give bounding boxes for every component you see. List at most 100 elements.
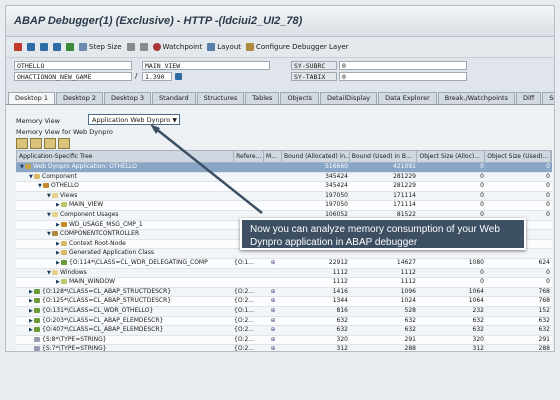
continue-icon[interactable] [66, 43, 74, 51]
tree-node[interactable]: ▶ Context Root-Node [16, 240, 234, 249]
include-field[interactable]: OHACTIONON_NEW_GAME [14, 72, 132, 81]
column-header[interactable]: Bound (Used) in B... [350, 151, 418, 162]
tree-node[interactable]: {S:8*\TYPE=STRING} [16, 336, 234, 345]
tree-node[interactable]: ▶ {O:125*\CLASS=CL_ABAP_STRUCTDESCR} [16, 297, 234, 306]
tab-desktop-1[interactable]: Desktop 1 [8, 92, 56, 104]
step-into-icon[interactable] [27, 43, 35, 51]
tab-standard[interactable]: Standard [152, 92, 196, 104]
column-header[interactable]: Object Size (Alloc)... [417, 151, 486, 162]
settings-icon[interactable] [58, 138, 70, 149]
tree-node[interactable]: ▶ {O:128*\CLASS=CL_ABAP_STRUCTDESCR} [16, 288, 234, 297]
tab-desktop-3[interactable]: Desktop 3 [104, 92, 152, 104]
tab-break-watchpoints[interactable]: Break./Watchpoints [437, 92, 515, 104]
sy-tabix-value[interactable]: 0 [339, 72, 467, 81]
table-row[interactable]: ▶ {O:203*\CLASS=CL_ABAP_ELEMDESCR} {O:2...… [16, 316, 552, 327]
table-row[interactable]: ▼ Component 345424 281229 0 0 [16, 172, 552, 183]
step-size-button[interactable]: Step Size [79, 43, 122, 51]
view-field[interactable]: MAIN_VIEW [142, 61, 270, 70]
tab-detaildisplay[interactable]: DetailDisplay [320, 92, 378, 104]
tree-node[interactable]: ▼ Windows [16, 269, 234, 278]
configure-layer-button[interactable]: Configure Debugger Layer [246, 43, 349, 51]
cell-m [264, 173, 282, 182]
step-over-icon[interactable] [40, 43, 48, 51]
node-label: Component Usages [60, 210, 119, 218]
tree-node[interactable]: {S:7*\TYPE=STRING} [16, 345, 234, 351]
tree-node[interactable]: ▼ COMPONENTCONTROLLER [16, 230, 234, 239]
cell-m [264, 249, 282, 258]
tree-node[interactable]: ▶ MAIN_WINDOW [16, 278, 234, 287]
tab-structures[interactable]: Structures [196, 92, 245, 104]
filter-icon[interactable] [44, 138, 56, 149]
save-icon[interactable] [139, 43, 148, 51]
memory-view-value: Application Web Dynpro [92, 116, 171, 124]
tree-node[interactable]: ▶ {O:131*\CLASS=CL_WDR_OTHELLO} [16, 307, 234, 316]
tree-node[interactable]: ▼ Views [16, 192, 234, 201]
table-row[interactable]: ▶ Generated Application Class [16, 249, 552, 259]
tree-node[interactable]: ▶ WD_USAGE_MSG_CMP_1 [16, 221, 234, 230]
tree-node[interactable]: ▶ MAIN_VIEW [16, 201, 234, 210]
column-header[interactable]: M... [264, 151, 282, 162]
table-row[interactable]: ▶ {O:125*\CLASS=CL_ABAP_STRUCTDESCR} {O:2.… [16, 297, 552, 307]
tree-node[interactable]: ▼ Web Dynpro Application: OTHELLO [16, 163, 234, 172]
table-row[interactable]: ▼ OTHELLO 345424 281229 0 0 [16, 182, 552, 192]
table-row[interactable]: ▶ MAIN_WINDOW 1112 1112 0 0 [16, 278, 552, 288]
expand-icon[interactable] [16, 138, 28, 149]
table-row[interactable]: ▶ {O:407*\CLASS=CL_ABAP_ELEMDESCR} {O:2...… [16, 326, 552, 336]
node-label: {O:128*\CLASS=CL_ABAP_STRUCTDESCR} [42, 287, 172, 295]
memory-view-select[interactable]: Application Web Dynpro ▼ [88, 114, 180, 125]
tree-node[interactable]: ▶ {O:407*\CLASS=CL_ABAP_ELEMDESCR} [16, 326, 234, 335]
table-row[interactable]: {S:7*\TYPE=STRING} {O:2... ⊕ 312 288 312 288 [16, 345, 552, 351]
tree-node[interactable]: ▶ {O:203*\CLASS=CL_ABAP_ELEMDESCR} [16, 317, 234, 326]
cell-ba: 816 [336, 306, 348, 314]
cell-m [264, 269, 282, 278]
table-row[interactable]: ▶ {O:114*\CLASS=CL_WDR_DELEGATING_COMP {O:… [16, 258, 552, 269]
cell-ou: 0 [546, 163, 550, 170]
stop-icon[interactable] [14, 43, 22, 51]
layout-button[interactable]: Layout [207, 43, 241, 51]
cell-bu [350, 249, 418, 258]
cell-ba: 1416 [332, 287, 348, 295]
node-label: {O:131*\CLASS=CL_WDR_OTHELLO} [42, 306, 154, 314]
column-header[interactable]: Application-Specific Tree [17, 151, 235, 162]
column-header[interactable]: Bound (Allocated) in... [282, 151, 350, 162]
node-label: COMPONENTCONTROLLER [60, 230, 140, 238]
column-header[interactable]: Refere... [234, 151, 265, 162]
tree-node[interactable]: ▼ OTHELLO [16, 182, 234, 191]
sy-subrc-value[interactable]: 0 [339, 61, 467, 70]
tree-node[interactable]: ▼ Component [16, 173, 234, 182]
tree-node[interactable]: ▼ Component Usages [16, 211, 234, 220]
table-row[interactable]: ▼ Windows 1112 1112 0 0 [16, 268, 552, 279]
table-row[interactable]: ▶ {O:131*\CLASS=CL_WDR_OTHELLO} {O:1... ⊕ 81… [16, 306, 552, 317]
table-row[interactable]: ▶ MAIN_VIEW 197050 171114 0 0 [16, 201, 552, 211]
cell-ref [234, 182, 264, 191]
cell-ref [234, 249, 264, 258]
table-row[interactable]: ▶ {O:128*\CLASS=CL_ABAP_STRUCTDESCR} {O:2.… [16, 287, 552, 298]
cell-ou: 624 [538, 258, 550, 266]
table-row[interactable]: {S:8*\TYPE=STRING} {O:2... ⊕ 320 291 320 291 [16, 335, 552, 346]
table-row[interactable]: ▼ Views 197050 171114 0 0 [16, 191, 552, 202]
tab-objects[interactable]: Objects [280, 92, 320, 104]
cell-ba: 1112 [332, 268, 348, 276]
tab-desktop-2[interactable]: Desktop 2 [56, 92, 104, 104]
tab-data-explorer[interactable]: Data Explorer [378, 92, 437, 104]
tab-tables[interactable]: Tables [245, 92, 280, 104]
column-header[interactable]: Object Size (Used)... [485, 151, 551, 162]
tab-script[interactable]: Script [542, 92, 554, 104]
program-field[interactable]: OTHELLO [14, 61, 132, 70]
tree-node[interactable]: ▶ Generated Application Class [16, 249, 234, 258]
tab-diff[interactable]: Diff [515, 92, 542, 104]
cell-oa: 0 [480, 278, 484, 286]
node-icon [34, 346, 40, 351]
breakpoint-icon[interactable] [126, 43, 135, 51]
tree-node[interactable]: ▶ {O:114*\CLASS=CL_WDR_DELEGATING_COMP [16, 259, 234, 268]
node-icon [61, 221, 67, 227]
info-icon[interactable] [175, 73, 182, 80]
collapse-icon[interactable] [30, 138, 42, 149]
step-return-icon[interactable] [53, 43, 61, 51]
watchpoint-button[interactable]: Watchpoint [152, 43, 202, 51]
line-number-field[interactable]: 1.390 [142, 72, 172, 81]
cell-ba: 197050 [325, 201, 348, 209]
table-row[interactable]: ▼ Web Dynpro Application: OTHELLO 516660 42… [16, 163, 552, 173]
node-icon [34, 288, 40, 294]
node-label: Web Dynpro Application: OTHELLO [33, 163, 138, 170]
